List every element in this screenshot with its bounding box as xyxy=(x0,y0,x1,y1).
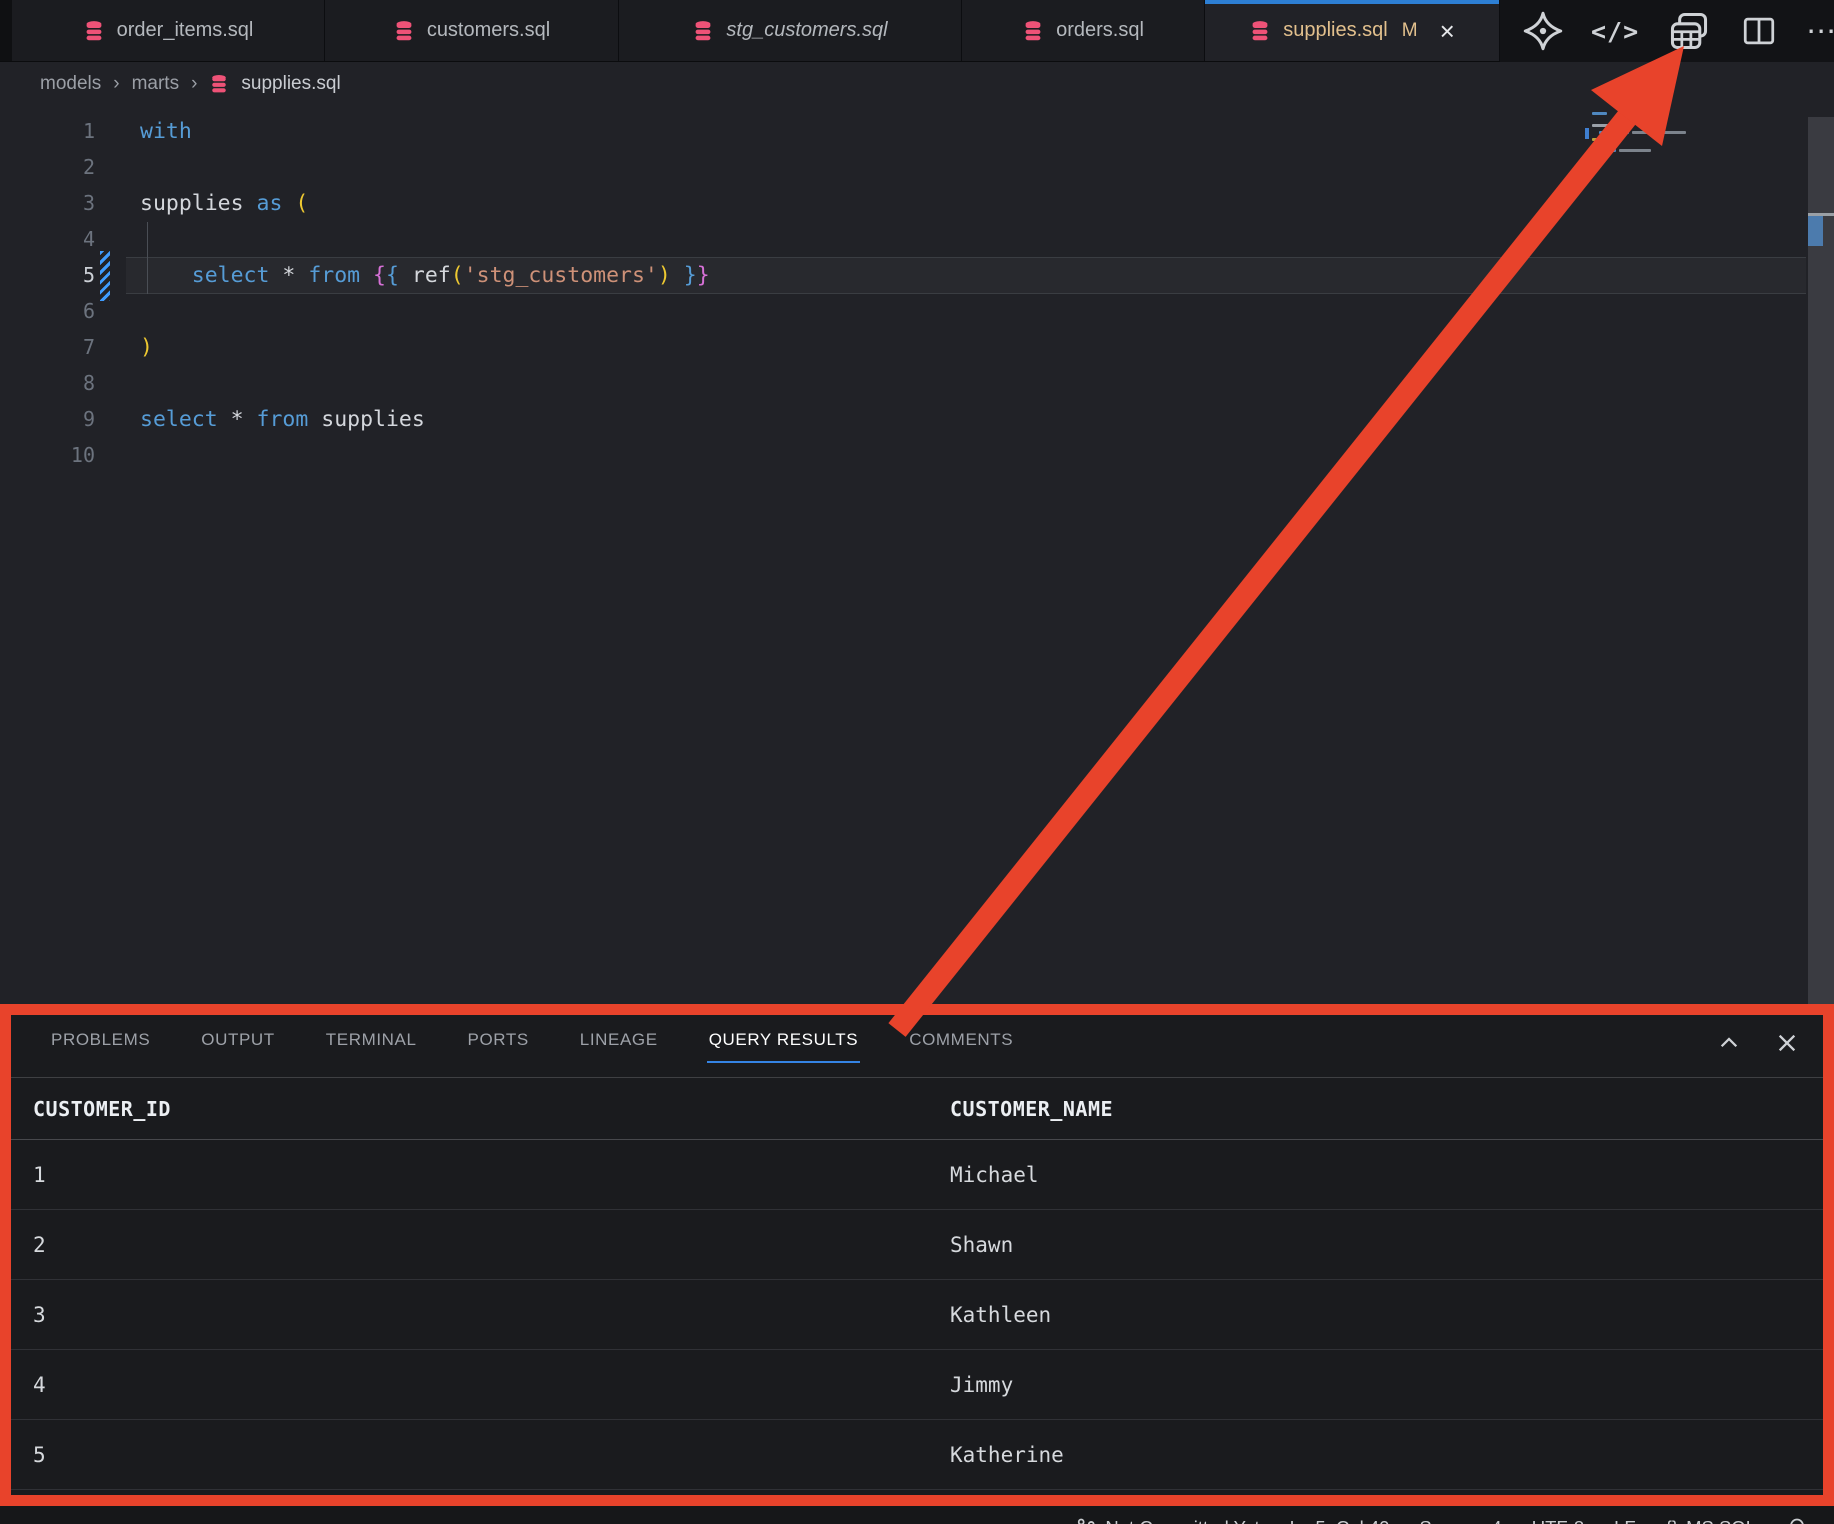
source-control-status[interactable]: Not Committed Yet xyxy=(1075,1517,1259,1524)
close-tab-icon[interactable]: × xyxy=(1440,18,1455,44)
table-row[interactable]: 3 Kathleen xyxy=(0,1280,1834,1350)
panel-actions xyxy=(1716,1008,1800,1078)
tab-label: customers.sql xyxy=(427,19,550,42)
database-icon xyxy=(1249,20,1271,42)
panel-tab-bar: PROBLEMS OUTPUT TERMINAL PORTS LINEAGE Q… xyxy=(0,1008,1834,1078)
code-line[interactable]: 6 xyxy=(0,293,1806,329)
database-icon xyxy=(393,20,415,42)
encoding-setting[interactable]: UTF-8 xyxy=(1532,1517,1584,1524)
column-header-customer-id: CUSTOMER_ID xyxy=(33,1097,950,1121)
breadcrumb-separator: › xyxy=(191,73,197,95)
code-line[interactable]: 3 supplies as ( xyxy=(0,185,1806,221)
indentation-setting[interactable]: Spaces: 4 xyxy=(1419,1517,1501,1524)
query-results-table: CUSTOMER_ID CUSTOMER_NAME 1 Michael 2 Sh… xyxy=(0,1078,1834,1490)
minimap-modified-marker xyxy=(1585,128,1589,139)
cell-customer-name[interactable]: Jimmy xyxy=(950,1373,1834,1397)
tab-customers-sql[interactable]: customers.sql xyxy=(325,0,619,61)
line-number: 6 xyxy=(0,299,95,323)
minimap[interactable] xyxy=(1592,108,1702,163)
line-number: 4 xyxy=(0,227,95,251)
language-mode[interactable]: {} MS SQL xyxy=(1666,1517,1756,1524)
panel-tab-comments[interactable]: COMMENTS xyxy=(907,1022,1015,1064)
breadcrumb-models[interactable]: models xyxy=(40,73,101,95)
cell-customer-id[interactable]: 3 xyxy=(33,1303,950,1327)
cell-customer-name[interactable]: Michael xyxy=(950,1163,1834,1187)
table-row[interactable]: 4 Jimmy xyxy=(0,1350,1834,1420)
database-icon xyxy=(83,20,105,42)
eol-setting[interactable]: LF xyxy=(1614,1517,1636,1524)
bottom-panel: PROBLEMS OUTPUT TERMINAL PORTS LINEAGE Q… xyxy=(0,1008,1834,1506)
editor-tab-bar: order_items.sql customers.sql stg_custom… xyxy=(0,0,1834,62)
code-line-current[interactable]: 5 select * from {{ ref('stg_customers') … xyxy=(0,257,1806,293)
tab-bar-spacer xyxy=(0,0,12,61)
more-actions-icon[interactable]: ⋯ xyxy=(1806,14,1834,49)
breadcrumb: models › marts › supplies.sql xyxy=(0,62,1500,106)
tab-supplies-sql-active[interactable]: supplies.sql M × xyxy=(1205,0,1500,61)
modified-badge: M xyxy=(1402,20,1418,42)
column-header-customer-name: CUSTOMER_NAME xyxy=(950,1097,1834,1121)
close-panel-icon[interactable] xyxy=(1774,1030,1800,1056)
overview-ruler-modified-marker xyxy=(1808,216,1823,246)
panel-tab-problems[interactable]: PROBLEMS xyxy=(49,1022,152,1064)
status-bar: Not Committed Yet Ln 5, Col 40 Spaces: 4… xyxy=(0,1506,1834,1524)
line-number: 1 xyxy=(0,119,95,143)
code-line[interactable]: 4 xyxy=(0,221,1806,257)
cell-customer-name[interactable]: Katherine xyxy=(950,1443,1834,1467)
tab-label: orders.sql xyxy=(1056,19,1144,42)
preview-query-results-icon[interactable] xyxy=(1666,8,1712,54)
compile-code-icon[interactable]: </> xyxy=(1591,17,1639,46)
braces-icon: {} xyxy=(1666,1517,1678,1524)
line-number: 2 xyxy=(0,155,95,179)
panel-tab-ports[interactable]: PORTS xyxy=(466,1022,531,1064)
editor-actions: </> ⋯ xyxy=(1500,0,1834,62)
code-line[interactable]: 2 xyxy=(0,149,1806,185)
line-number: 10 xyxy=(0,443,95,467)
code-line[interactable]: 8 xyxy=(0,365,1806,401)
breadcrumb-marts[interactable]: marts xyxy=(132,73,180,95)
tab-stg-customers-sql[interactable]: stg_customers.sql xyxy=(619,0,962,61)
code-line[interactable]: 10 xyxy=(0,437,1806,473)
code-line[interactable]: 9 select * from supplies xyxy=(0,401,1806,437)
line-number: 9 xyxy=(0,407,95,431)
panel-tab-query-results[interactable]: QUERY RESULTS xyxy=(707,1022,861,1064)
tab-label: supplies.sql xyxy=(1283,19,1388,42)
maximize-panel-icon[interactable] xyxy=(1716,1030,1742,1056)
table-row[interactable]: 1 Michael xyxy=(0,1140,1834,1210)
cell-customer-name[interactable]: Kathleen xyxy=(950,1303,1834,1327)
line-number: 7 xyxy=(0,335,95,359)
split-editor-icon[interactable] xyxy=(1739,11,1779,51)
tab-label: order_items.sql xyxy=(117,19,254,42)
breadcrumb-file[interactable]: supplies.sql xyxy=(241,73,340,95)
table-row[interactable]: 5 Katherine xyxy=(0,1420,1834,1490)
panel-tab-lineage[interactable]: LINEAGE xyxy=(578,1022,660,1064)
database-icon xyxy=(692,20,714,42)
line-number: 8 xyxy=(0,371,95,395)
database-icon xyxy=(209,74,229,94)
tab-orders-sql[interactable]: orders.sql xyxy=(962,0,1205,61)
panel-tab-output[interactable]: OUTPUT xyxy=(199,1022,276,1064)
cell-customer-id[interactable]: 1 xyxy=(33,1163,950,1187)
panel-tab-terminal[interactable]: TERMINAL xyxy=(324,1022,419,1064)
vertical-scrollbar[interactable] xyxy=(1808,117,1834,1004)
dbt-icon[interactable] xyxy=(1522,10,1564,52)
code-line[interactable]: 7 ) xyxy=(0,329,1806,365)
git-branch-icon xyxy=(1075,1517,1097,1524)
table-row[interactable]: 2 Shawn xyxy=(0,1210,1834,1280)
cell-customer-id[interactable]: 4 xyxy=(33,1373,950,1397)
line-number: 3 xyxy=(0,191,95,215)
cell-customer-name[interactable]: Shawn xyxy=(950,1233,1834,1257)
table-header-row: CUSTOMER_ID CUSTOMER_NAME xyxy=(0,1078,1834,1140)
code-line[interactable]: 1 with xyxy=(0,113,1806,149)
tab-label: stg_customers.sql xyxy=(726,19,887,42)
cell-customer-id[interactable]: 2 xyxy=(33,1233,950,1257)
line-number: 5 xyxy=(0,263,95,287)
tab-order-items-sql[interactable]: order_items.sql xyxy=(12,0,325,61)
cell-customer-id[interactable]: 5 xyxy=(33,1443,950,1467)
cursor-position[interactable]: Ln 5, Col 40 xyxy=(1290,1517,1390,1524)
database-icon xyxy=(1022,20,1044,42)
breadcrumb-separator: › xyxy=(113,73,119,95)
notifications-bell-icon[interactable] xyxy=(1786,1517,1808,1524)
